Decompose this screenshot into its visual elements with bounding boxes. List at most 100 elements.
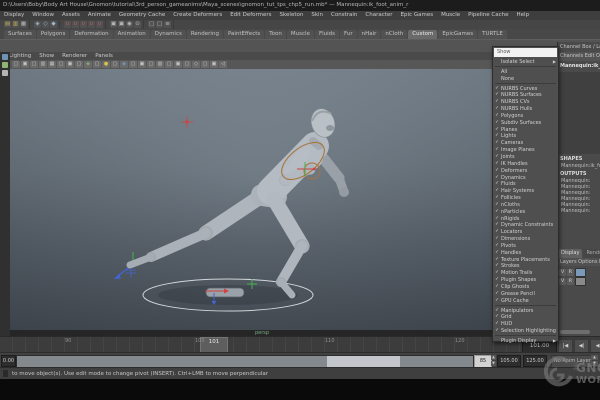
show-menu-item-plugin-display[interactable]: Plugin Display▶	[493, 338, 558, 345]
transport-button-0[interactable]: |◀	[558, 339, 573, 353]
show-menu-item-fluids[interactable]: ✓Fluids	[493, 181, 558, 188]
viewport-toolbar-icon-3[interactable]: ▥	[39, 61, 47, 68]
layer-reference-toggle[interactable]: R	[567, 269, 574, 276]
show-menu-item-strokes[interactable]: ✓Strokes	[493, 263, 558, 270]
shelf-tab-epicgames[interactable]: EpicGames	[438, 30, 477, 39]
channel-attributes-area[interactable]	[558, 72, 600, 154]
show-menu-item-motion-trails[interactable]: ✓Motion Trails	[493, 270, 558, 277]
panel-menu-panels[interactable]: Panels	[92, 52, 116, 60]
viewport-toolbar-icon-9[interactable]: ▢	[93, 61, 101, 68]
viewport-toolbar-icon-13[interactable]: ▢	[129, 61, 137, 68]
snap-grid-icon[interactable]: ∪	[64, 21, 71, 28]
show-menu-item-clip-ghosts[interactable]: ✓Clip Ghosts	[493, 284, 558, 291]
layer-tab-render[interactable]: Render	[583, 249, 600, 258]
layer-row[interactable]: VR	[559, 268, 600, 276]
viewport-toolbar-icon-17[interactable]: ▢	[165, 61, 173, 68]
file-new-icon[interactable]: ▤	[4, 21, 11, 28]
menu-item-help[interactable]: Help	[513, 11, 534, 20]
viewport-canvas[interactable]	[10, 69, 557, 330]
shelf-tab-rendering[interactable]: Rendering	[187, 30, 223, 39]
menu-item-assets[interactable]: Assets	[58, 11, 84, 20]
panel-menu-lighting[interactable]: Lighting	[10, 52, 34, 60]
viewport-toolbar-icon-22[interactable]: ▣	[210, 61, 218, 68]
show-menu-item-dynamics[interactable]: ✓Dynamics	[493, 175, 558, 182]
perspective-viewport[interactable]: LightingShowRendererPanels ▢▣▢▥▦▢▣▢◈▢●▢◆…	[10, 52, 557, 336]
layer-color-swatch[interactable]	[575, 277, 586, 286]
menu-item-constrain[interactable]: Constrain	[327, 11, 361, 20]
show-menu-item-grid[interactable]: ✓Grid	[493, 314, 558, 321]
select-object-icon[interactable]: ◇	[42, 21, 49, 28]
command-line-box[interactable]	[3, 370, 8, 377]
show-menu-item-none[interactable]: None	[493, 76, 558, 83]
menu-item-epic-games[interactable]: Epic Games	[397, 11, 438, 20]
show-menu-title[interactable]: Show	[494, 48, 557, 57]
layer-visibility-toggle[interactable]: V	[559, 278, 566, 285]
shelf-tab-toon[interactable]: Toon	[265, 30, 286, 39]
menu-item-skeleton[interactable]: Skeleton	[276, 11, 308, 20]
snap-plane-icon[interactable]: ∪	[88, 21, 95, 28]
viewport-toolbar-icon-16[interactable]: ▥	[156, 61, 164, 68]
menu-item-pipeline-cache[interactable]: Pipeline Cache	[464, 11, 512, 20]
playback-end-field[interactable]: 105.00	[497, 355, 521, 367]
show-menu-item-polygons[interactable]: ✓Polygons	[493, 113, 558, 120]
move-tool-icon[interactable]	[2, 62, 8, 68]
shelf-tab-nhair[interactable]: nHair	[358, 30, 381, 39]
snap-point-icon[interactable]: ∪	[80, 21, 87, 28]
show-menu-item-hair-systems[interactable]: ✓Hair Systems	[493, 188, 558, 195]
show-menu-item-nurbs-surfaces[interactable]: ✓NURBS Surfaces	[493, 92, 558, 99]
render-settings-icon[interactable]: ▢	[156, 21, 163, 28]
shapes-item[interactable]: Mannequin:ik_foot_anim_r	[558, 163, 600, 169]
show-menu-item-handles[interactable]: ✓Handles	[493, 250, 558, 257]
select-hierarchy-icon[interactable]: ◈	[34, 21, 41, 28]
show-menu-item-gpu-cache[interactable]: ✓GPU Cache	[493, 298, 558, 305]
show-menu-item-nurbs-hulls[interactable]: ✓NURBS Hulls	[493, 106, 558, 113]
shelf-tab-animation[interactable]: Animation	[114, 30, 150, 39]
viewport-toolbar-icon-10[interactable]: ●	[102, 61, 110, 68]
channel-box-menu[interactable]: Channels Edit Object Show	[558, 52, 600, 61]
select-component-icon[interactable]: ◆	[50, 21, 57, 28]
outputs-item[interactable]: Mannequin:	[558, 208, 600, 214]
shelf-tab-painteffects[interactable]: PaintEffects	[224, 30, 264, 39]
show-menu-item-grease-pencil[interactable]: ✓Grease Pencil	[493, 291, 558, 298]
show-menu-item-image-planes[interactable]: ✓Image Planes	[493, 147, 558, 154]
viewport-toolbar-icon-4[interactable]: ▦	[48, 61, 56, 68]
viewport-toolbar-icon-5[interactable]: ▢	[57, 61, 65, 68]
file-open-icon[interactable]: ▥	[12, 21, 19, 28]
rotate-tool-icon[interactable]	[2, 70, 8, 76]
shelf-tab-surfaces[interactable]: Surfaces	[4, 30, 36, 39]
transport-button-2[interactable]: ◀	[590, 339, 600, 353]
viewport-toolbar-icon-2[interactable]: ▢	[30, 61, 38, 68]
show-menu-item-hud[interactable]: ✓HUD	[493, 321, 558, 328]
shelf-tab-ncloth[interactable]: nCloth	[381, 30, 407, 39]
viewport-toolbar-icon-7[interactable]: ▢	[75, 61, 83, 68]
viewport-toolbar-icon-0[interactable]: ▢	[12, 61, 20, 68]
viewport-toolbar-icon-19[interactable]: ▢	[183, 61, 191, 68]
show-menu-item-isolate-select[interactable]: Isolate Select▶	[493, 59, 558, 66]
menu-item-character[interactable]: Character	[361, 11, 396, 20]
layer-color-swatch[interactable]	[575, 268, 586, 277]
mannequin-character[interactable]	[130, 106, 349, 295]
show-menu-item-dynamic-constraints[interactable]: ✓Dynamic Constraints	[493, 222, 558, 229]
show-menu-item-manipulators[interactable]: ✓Manipulators	[493, 308, 558, 315]
file-save-icon[interactable]: ▦	[20, 21, 27, 28]
input-connection-icon[interactable]: ▣	[110, 21, 117, 28]
viewport-toolbar-icon-1[interactable]: ▣	[21, 61, 29, 68]
show-menu-item-ncloths[interactable]: ✓nCloths	[493, 202, 558, 209]
render-icon[interactable]: ⊙	[134, 21, 141, 28]
snap-curve-icon[interactable]: ∪	[72, 21, 79, 28]
shelf-tab-custom[interactable]: Custom	[408, 30, 437, 39]
layer-scrollbar[interactable]	[560, 330, 590, 334]
range-spinner[interactable]: ▲▼	[491, 355, 496, 366]
shelf-tab-muscle[interactable]: Muscle	[287, 30, 314, 39]
menu-item-display[interactable]: Display	[0, 11, 28, 20]
show-menu-item-nurbs-cvs[interactable]: ✓NURBS CVs	[493, 99, 558, 106]
playback-range-highlight[interactable]	[327, 356, 400, 367]
select-tool-icon[interactable]	[2, 54, 8, 60]
anim-start-field[interactable]: 0.00	[1, 355, 16, 367]
panel-menu-show[interactable]: Show	[36, 52, 57, 60]
shelf-tab-fluids[interactable]: Fluids	[315, 30, 339, 39]
viewport-toolbar-icon-14[interactable]: ▣	[138, 61, 146, 68]
viewport-toolbar-icon-6[interactable]: ▣	[66, 61, 74, 68]
menu-item-animate[interactable]: Animate	[84, 11, 115, 20]
panel-menu-renderer[interactable]: Renderer	[59, 52, 90, 60]
